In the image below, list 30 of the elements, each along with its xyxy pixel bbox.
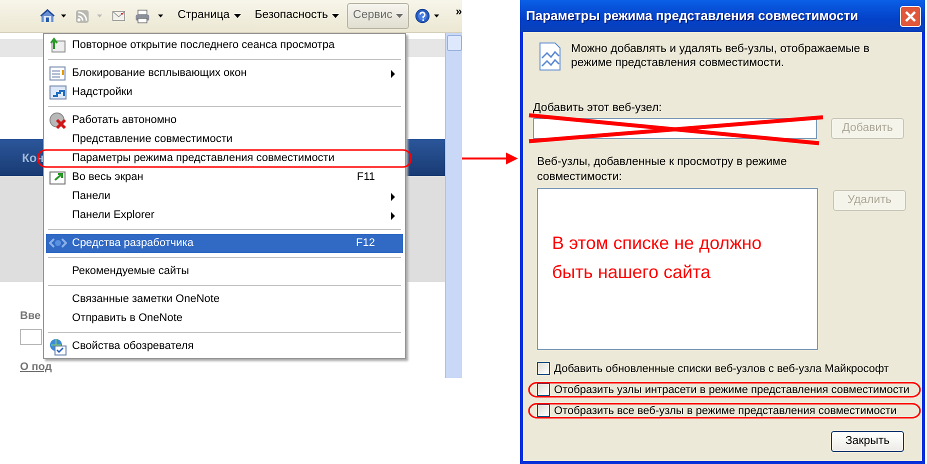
toolbar-menu[interactable]: Сервис <box>347 3 410 29</box>
subscription-link[interactable]: О под <box>20 360 52 374</box>
menu-item[interactable]: Панели <box>46 187 403 206</box>
menu-item[interactable]: Панели Explorer <box>46 206 403 225</box>
form-label: Вве <box>20 309 41 324</box>
window-title: Параметры режима представления совместимости <box>526 7 858 26</box>
menu-item[interactable]: Параметры режима представления совместимости <box>46 149 403 168</box>
menu-item[interactable]: Во весь экран F11 <box>46 168 403 187</box>
overflow-chevron[interactable]: » <box>456 4 462 22</box>
checkbox-label: Отобразить узлы интрасети в режиме представления совместимости <box>554 382 910 398</box>
list-label: Веб-узлы, добавленные к просмотру в режиме совместимости: <box>537 155 788 186</box>
toolbar-menu[interactable]: Страница <box>172 3 247 29</box>
menu-item[interactable]: Связанные заметки OneNote <box>46 290 403 309</box>
field-label: Добавить этот веб-узел: <box>533 101 662 116</box>
checkbox-label: Добавить обновленные списки веб-узлов с веб-узла Майкрософт <box>554 362 889 376</box>
menu-item[interactable]: Рекомендуемые сайты <box>46 262 403 281</box>
close-dialog-button[interactable]: Закрыть <box>831 431 904 452</box>
menu-item[interactable]: Надстройки <box>46 83 403 102</box>
menu-item[interactable]: Свойства обозревателя <box>46 337 403 356</box>
checkbox-label: Отобразить все веб-узлы в режиме представления совместимости <box>554 404 897 418</box>
menu-item[interactable]: Работать автономно <box>46 111 403 130</box>
menu-item[interactable]: Отправить в OneNote <box>46 309 403 328</box>
intro-text: Можно добавлять и удалять веб-узлы, отображаемые в режиме представления совместимости. <box>571 42 870 70</box>
site-list[interactable]: В этом списке не должно быть нашего сайта <box>537 188 818 350</box>
toolbar-menu[interactable]: Безопасность <box>248 3 346 29</box>
menu-item[interactable]: Повторное открытие последнего сеанса просмотра <box>46 36 403 55</box>
annotation-text: В этом списке не должно быть нашего сайта <box>552 232 763 284</box>
menu-item[interactable]: Средства разработчика F12 <box>46 234 403 253</box>
menu-item[interactable]: Блокирование всплывающих окон <box>46 64 403 83</box>
menu-item[interactable]: Представление совместимости <box>46 130 403 149</box>
